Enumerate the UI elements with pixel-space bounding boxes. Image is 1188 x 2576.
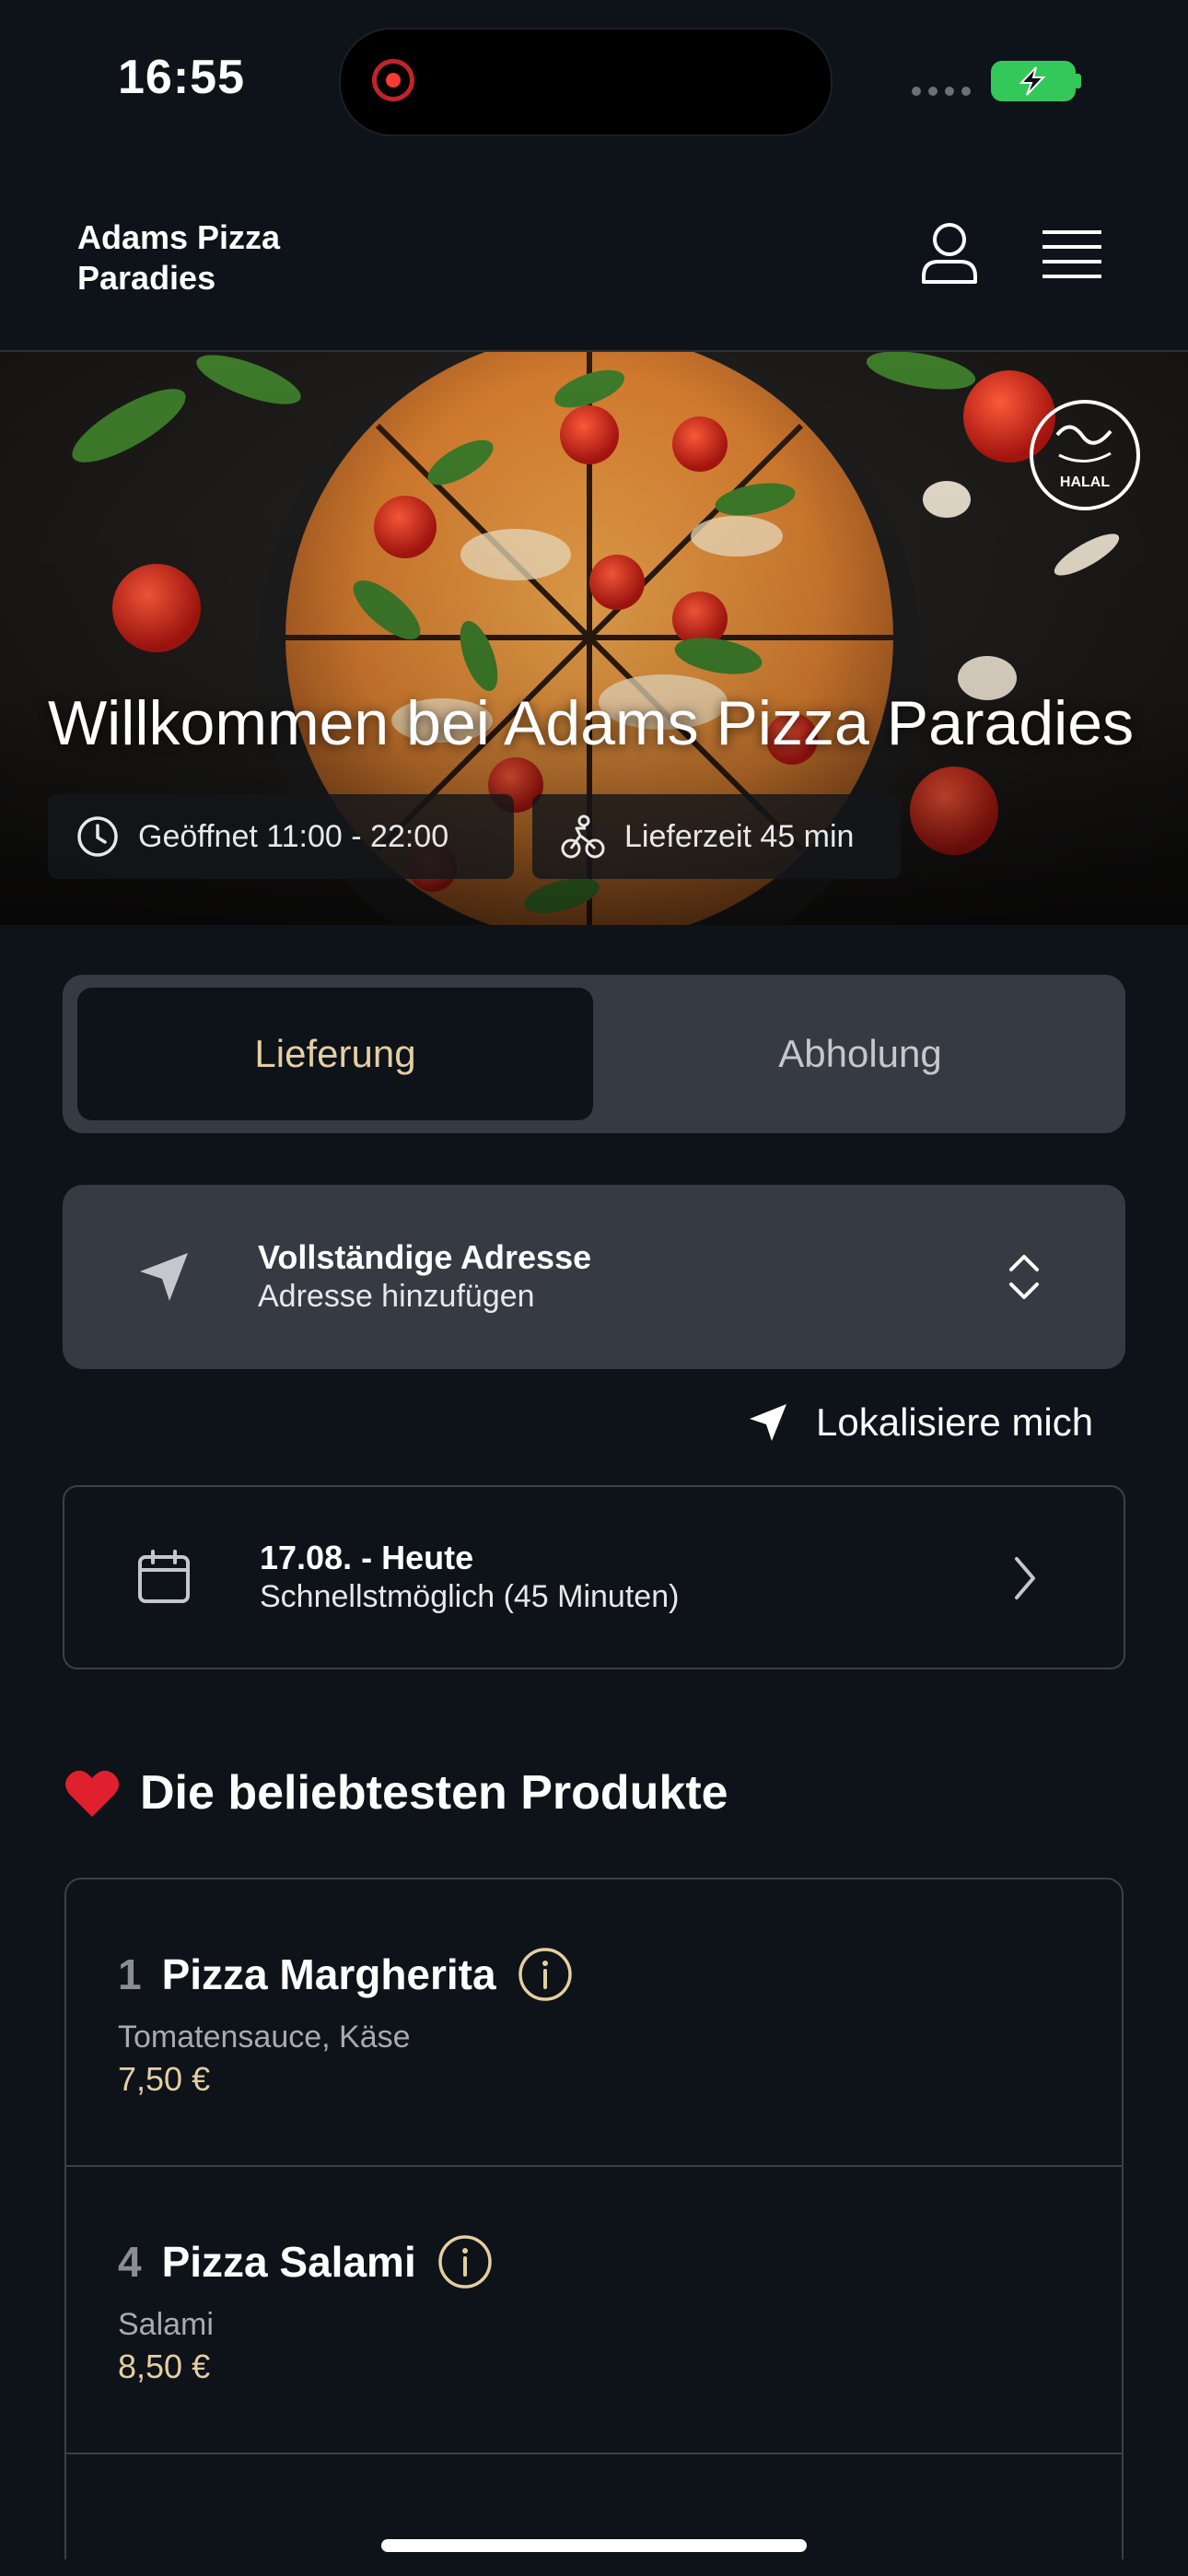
- info-icon[interactable]: [437, 2233, 494, 2290]
- list-divider: [66, 2453, 1122, 2454]
- brand-name[interactable]: Adams Pizza Paradies: [77, 217, 372, 299]
- product-item-title[interactable]: 4 Pizza Salami: [118, 2233, 494, 2290]
- product-description: Salami: [118, 2307, 214, 2342]
- product-number: 4: [118, 2238, 142, 2286]
- heart-icon: [65, 1770, 119, 1817]
- hamburger-menu-icon[interactable]: [1042, 228, 1101, 287]
- user-account-icon[interactable]: [917, 221, 982, 290]
- navigation-arrow-icon: [140, 1253, 188, 1301]
- product-price: 8,50 €: [118, 2348, 211, 2385]
- locate-me-label: Lokalisiere mich: [816, 1400, 1094, 1444]
- clock-icon: [77, 816, 118, 857]
- delivery-date-title: 17.08. - Heute: [260, 1539, 474, 1576]
- tab-pickup[interactable]: Abholung: [608, 988, 1112, 1120]
- status-time: 16:55: [118, 51, 245, 104]
- opening-hours-chip: Geöffnet 11:00 - 22:00: [48, 794, 514, 879]
- product-description: Tomatensauce, Käse: [118, 2020, 411, 2055]
- location-arrow-icon: [750, 1404, 786, 1441]
- bicycle-courier-icon: [561, 814, 605, 859]
- cellular-signal-icon: [912, 87, 971, 96]
- delivery-time-text: Lieferzeit 45 min: [624, 818, 855, 854]
- chevron-up-down-icon: [1009, 1255, 1039, 1299]
- product-price: 7,50 €: [118, 2060, 211, 2098]
- chevron-right-icon: [1015, 1557, 1035, 1599]
- hero-title: Willkommen bei Adams Pizza Paradies: [48, 688, 1135, 758]
- battery-cap: [1076, 74, 1081, 88]
- battery-icon: [991, 61, 1076, 101]
- popular-products-title: Die beliebtesten Produkte: [140, 1766, 728, 1820]
- product-name: Pizza Salami: [161, 2238, 416, 2286]
- calendar-icon: [138, 1550, 190, 1603]
- recording-indicator-icon: [372, 59, 414, 101]
- delivery-time-chip: Lieferzeit 45 min: [532, 794, 901, 879]
- delivery-date-selector[interactable]: [63, 1485, 1125, 1669]
- address-selector[interactable]: [63, 1185, 1125, 1369]
- opening-hours-text: Geöffnet 11:00 - 22:00: [138, 818, 449, 854]
- product-name: Pizza Margherita: [161, 1950, 496, 1998]
- locate-me-button[interactable]: Lokalisiere mich: [748, 1400, 1093, 1445]
- address-subtitle: Adresse hinzufügen: [258, 1279, 535, 1314]
- home-indicator[interactable]: [381, 2539, 807, 2552]
- tab-delivery[interactable]: Lieferung: [77, 988, 593, 1120]
- halal-badge: HALAL: [1060, 474, 1110, 490]
- address-title: Vollständige Adresse: [258, 1238, 592, 1276]
- product-number: 1: [118, 1950, 142, 1998]
- list-divider: [66, 2165, 1122, 2167]
- popular-products-heading: Die beliebtesten Produkte: [64, 1765, 728, 1821]
- product-item-title[interactable]: 1 Pizza Margherita: [118, 1946, 574, 2003]
- delivery-date-subtitle: Schnellstmöglich (45 Minuten): [260, 1579, 680, 1614]
- info-icon[interactable]: [517, 1946, 574, 2003]
